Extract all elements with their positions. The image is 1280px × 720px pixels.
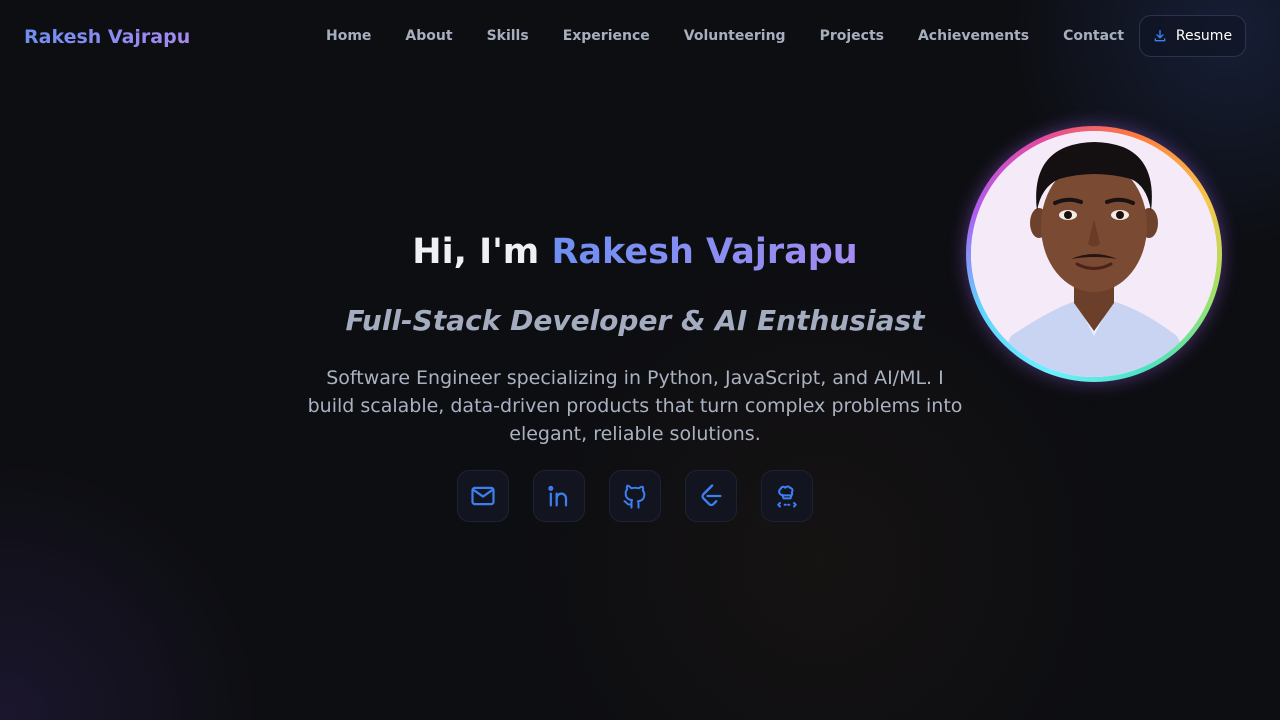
nav-item-volunteering[interactable]: Volunteering: [684, 26, 786, 46]
nav-item-home[interactable]: Home: [326, 26, 371, 46]
navbar: Rakesh Vajrapu Home About Skills Experie…: [0, 0, 1280, 72]
avatar: [971, 131, 1217, 377]
leetcode-link[interactable]: [685, 470, 737, 522]
social-links: [457, 470, 813, 522]
nav-item-projects[interactable]: Projects: [820, 26, 884, 46]
brand-logo[interactable]: Rakesh Vajrapu: [24, 24, 190, 50]
github-link[interactable]: [609, 470, 661, 522]
email-link[interactable]: [457, 470, 509, 522]
resume-label: Resume: [1175, 28, 1233, 44]
linkedin-link[interactable]: [533, 470, 585, 522]
page: Rakesh Vajrapu Home About Skills Experie…: [0, 0, 1280, 720]
nav-item-experience[interactable]: Experience: [563, 26, 650, 46]
nav-item-about[interactable]: About: [405, 26, 452, 46]
nav-item-achievements[interactable]: Achievements: [918, 26, 1029, 46]
hero-name: Rakesh Vajrapu: [551, 232, 858, 272]
github-icon: [621, 482, 649, 510]
nav-item-skills[interactable]: Skills: [487, 26, 529, 46]
download-icon: [1153, 29, 1167, 43]
resume-button[interactable]: Resume: [1139, 15, 1246, 57]
hero-greeting: Hi, I'm: [412, 232, 540, 272]
codechef-icon: [773, 482, 801, 510]
hero-description: Software Engineer specializing in Python…: [307, 367, 963, 445]
codechef-link[interactable]: [761, 470, 813, 522]
email-icon: [469, 482, 497, 510]
nav-item-contact[interactable]: Contact: [1063, 26, 1124, 46]
nav-menu: Home About Skills Experience Volunteerin…: [326, 26, 1124, 46]
leetcode-icon: [697, 482, 725, 510]
profile-photo-frame: [966, 126, 1222, 382]
linkedin-icon: [545, 482, 573, 510]
